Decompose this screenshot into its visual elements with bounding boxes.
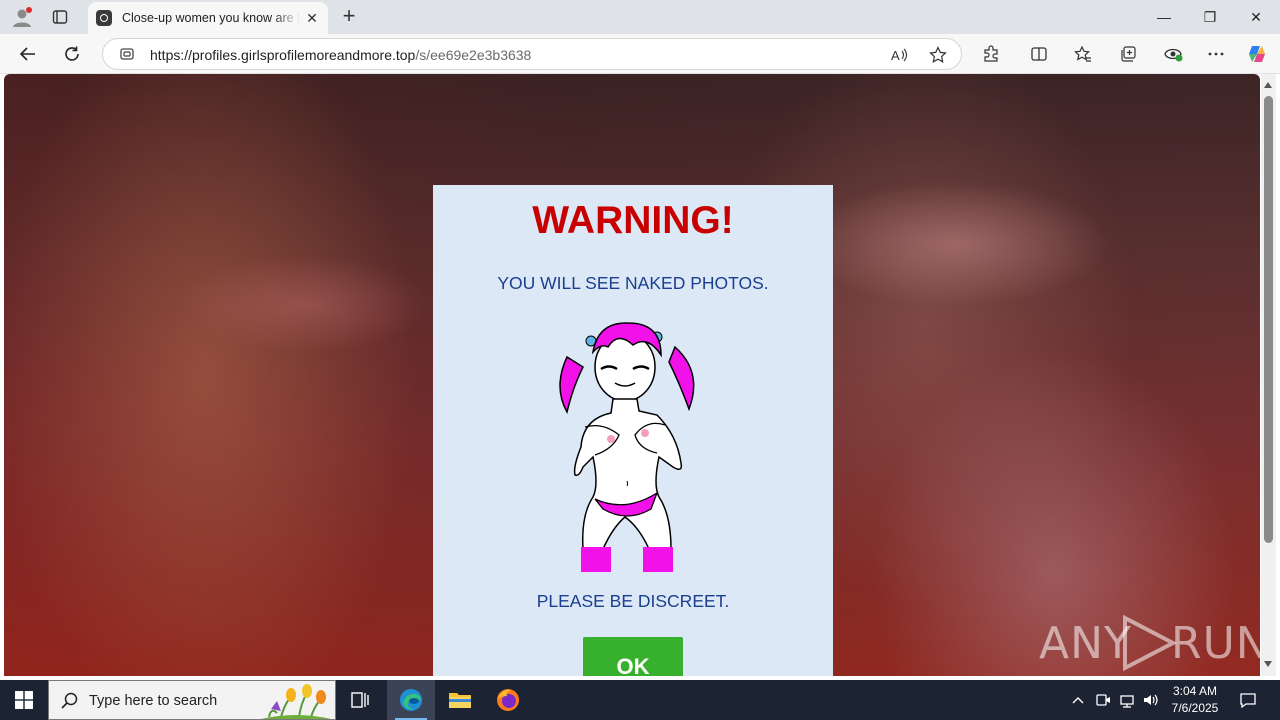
warning-dialog: WARNING! YOU WILL SEE NAKED PHOTOS. PLEA… <box>433 185 833 676</box>
scrollbar-thumb[interactable] <box>1264 96 1273 543</box>
meet-now-icon[interactable] <box>1093 690 1113 710</box>
search-placeholder: Type here to search <box>89 693 218 709</box>
url-text[interactable]: https://profiles.girlsprofilemoreandmore… <box>150 47 531 63</box>
system-clock[interactable]: 3:04 AM 7/6/2025 <box>1160 683 1230 717</box>
taskbar-file-explorer-button[interactable] <box>436 680 484 720</box>
new-tab-button[interactable]: + <box>338 5 360 27</box>
browser-tab-bar: Close-up women you know are lo ✕ + — ❐ ✕ <box>0 0 1280 34</box>
favorites-icon[interactable] <box>1072 43 1094 65</box>
site-info-icon[interactable] <box>119 46 135 62</box>
close-window-button[interactable]: ✕ <box>1233 0 1279 34</box>
show-hidden-icons-icon[interactable] <box>1068 690 1088 710</box>
copilot-icon[interactable] <box>1246 43 1268 65</box>
split-screen-icon[interactable] <box>1028 43 1050 65</box>
active-tab[interactable]: Close-up women you know are lo ✕ <box>88 2 328 34</box>
extensions-icon[interactable] <box>980 43 1002 65</box>
warning-message: YOU WILL SEE NAKED PHOTOS. <box>497 273 769 293</box>
clock-time: 3:04 AM <box>1172 684 1218 698</box>
network-icon[interactable] <box>1117 690 1137 710</box>
url-host: https://profiles.girlsprofilemoreandmore… <box>150 47 416 63</box>
play-logo-icon <box>1123 614 1178 672</box>
taskbar-edge-button[interactable] <box>387 680 435 720</box>
profile-icon[interactable] <box>10 5 34 29</box>
read-aloud-icon[interactable]: A <box>888 44 910 66</box>
site-favicon-icon <box>96 10 112 26</box>
url-path: /s/ee69e2e3b3638 <box>415 47 532 63</box>
search-icon <box>61 692 78 709</box>
taskbar-firefox-button[interactable] <box>484 680 532 720</box>
back-button[interactable] <box>16 42 40 66</box>
browser-essentials-icon[interactable] <box>1162 43 1184 65</box>
more-options-icon[interactable] <box>1205 43 1227 65</box>
task-view-icon <box>351 692 369 708</box>
edge-icon <box>400 689 422 711</box>
page-scrollbar[interactable] <box>1261 74 1276 676</box>
notifications-icon[interactable] <box>1238 690 1258 710</box>
browser-toolbar: https://profiles.girlsprofilemoreandmore… <box>0 34 1280 74</box>
scroll-down-icon[interactable] <box>1264 661 1272 667</box>
tab-actions-icon[interactable] <box>48 5 72 29</box>
scroll-up-icon[interactable] <box>1264 82 1272 88</box>
ok-button[interactable]: OK <box>583 637 683 676</box>
address-bar[interactable]: https://profiles.girlsprofilemoreandmore… <box>102 38 962 70</box>
clock-date: 7/6/2025 <box>1171 701 1219 715</box>
web-page: WARNING! YOU WILL SEE NAKED PHOTOS. PLEA… <box>4 74 1260 676</box>
tab-title: Close-up women you know are lo <box>122 11 300 25</box>
collections-icon[interactable] <box>1117 43 1139 65</box>
cartoon-girl-illustration <box>559 322 695 572</box>
refresh-button[interactable] <box>60 42 84 66</box>
warning-title: WARNING! <box>532 199 734 242</box>
search-highlight-flowers-icon <box>261 684 331 719</box>
volume-icon[interactable] <box>1141 690 1161 710</box>
tab-close-icon[interactable]: ✕ <box>304 10 320 27</box>
start-button[interactable] <box>0 680 48 720</box>
taskbar-search[interactable]: Type here to search <box>48 680 336 720</box>
windows-taskbar: Type here to search 3:04 AM 7/6/2025 <box>0 680 1280 720</box>
discreet-message: PLEASE BE DISCREET. <box>536 591 730 611</box>
task-view-button[interactable] <box>336 680 384 720</box>
watermark-left-text: ANY <box>1039 618 1132 669</box>
folder-icon <box>449 693 471 708</box>
firefox-icon <box>497 689 519 711</box>
watermark-right-text: RUN <box>1171 618 1260 669</box>
minimize-button[interactable]: — <box>1141 0 1187 34</box>
windows-logo-icon <box>15 691 33 709</box>
svg-text:A: A <box>891 48 900 63</box>
restore-button[interactable]: ❐ <box>1187 0 1233 34</box>
anyrun-watermark: ANY RUN <box>1039 612 1260 672</box>
favorite-star-icon[interactable] <box>927 44 949 66</box>
